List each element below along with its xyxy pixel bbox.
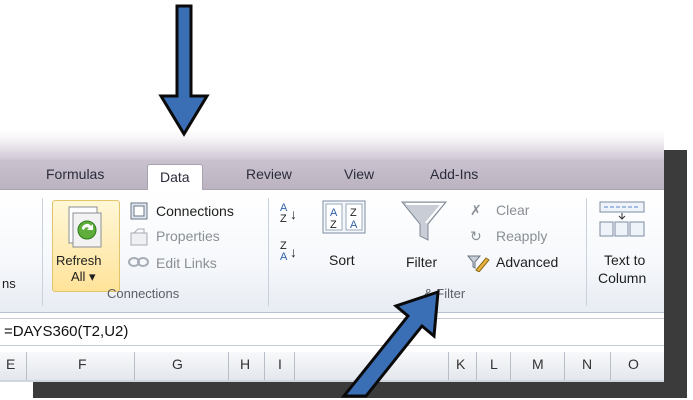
refresh-label: Refresh: [56, 253, 102, 268]
connections-button[interactable]: Connections: [156, 203, 234, 219]
properties-icon: [130, 228, 148, 246]
text-to-columns-label-2[interactable]: Column: [598, 270, 646, 286]
filter-funnel-icon: [400, 201, 448, 241]
column-header[interactable]: L: [490, 356, 498, 372]
properties-button[interactable]: Properties: [156, 228, 220, 244]
column-header[interactable]: F: [78, 356, 87, 372]
edit-links-icon: [128, 257, 149, 267]
sort-z-to-a-icon[interactable]: Z A ↓: [280, 240, 300, 270]
column-header[interactable]: K: [456, 356, 465, 372]
text-to-columns-icon: [599, 201, 645, 237]
svg-text:Z: Z: [330, 219, 337, 231]
refresh-icon: [68, 206, 102, 248]
svg-text:A: A: [330, 207, 338, 219]
cut-off-group-label: ns: [2, 276, 16, 291]
column-header[interactable]: E: [6, 356, 15, 372]
tab-review[interactable]: Review: [246, 166, 292, 182]
column-header[interactable]: I: [278, 356, 282, 372]
tab-view[interactable]: View: [344, 166, 374, 182]
refresh-all-button[interactable]: Refresh All ▾: [52, 200, 120, 292]
reapply-icon: ↻: [470, 228, 482, 244]
connections-icon: [130, 202, 148, 220]
refresh-all-label: All ▾: [71, 269, 96, 284]
advanced-button[interactable]: Advanced: [496, 254, 558, 270]
filter-button[interactable]: Filter: [406, 254, 437, 270]
column-header[interactable]: G: [172, 356, 183, 372]
ribbon-tab-row: Formulas Data Review View Add-Ins: [0, 160, 664, 191]
column-header[interactable]: H: [240, 356, 250, 372]
tab-add-ins[interactable]: Add-Ins: [430, 166, 478, 182]
clear-button[interactable]: Clear: [496, 202, 529, 218]
advanced-filter-icon: [466, 255, 490, 272]
title-bar: [0, 130, 664, 160]
separator: [268, 198, 269, 306]
column-header[interactable]: N: [582, 356, 592, 372]
svg-text:Z: Z: [350, 207, 357, 219]
column-header[interactable]: O: [628, 356, 639, 372]
separator: [42, 198, 43, 306]
tab-formulas[interactable]: Formulas: [46, 166, 104, 182]
down-arrow-annotation: [158, 4, 210, 137]
up-arrow-annotation: [340, 289, 440, 398]
svg-text:A: A: [350, 219, 358, 231]
text-to-columns-label-1[interactable]: Text to: [604, 252, 645, 268]
sort-dialog-icon: A Z Z A: [322, 200, 366, 234]
column-header[interactable]: M: [532, 356, 544, 372]
sort-button[interactable]: Sort: [329, 252, 355, 268]
separator: [586, 198, 587, 306]
tab-data[interactable]: Data: [147, 164, 203, 191]
formula-text: =DAYS360(T2,U2): [4, 323, 129, 340]
clear-icon: ✗: [470, 202, 482, 218]
edit-links-button[interactable]: Edit Links: [156, 255, 217, 271]
sort-a-to-z-icon[interactable]: A Z ↓: [280, 202, 300, 232]
connections-group-label: Connections: [107, 286, 180, 301]
reapply-button[interactable]: Reapply: [496, 228, 547, 244]
